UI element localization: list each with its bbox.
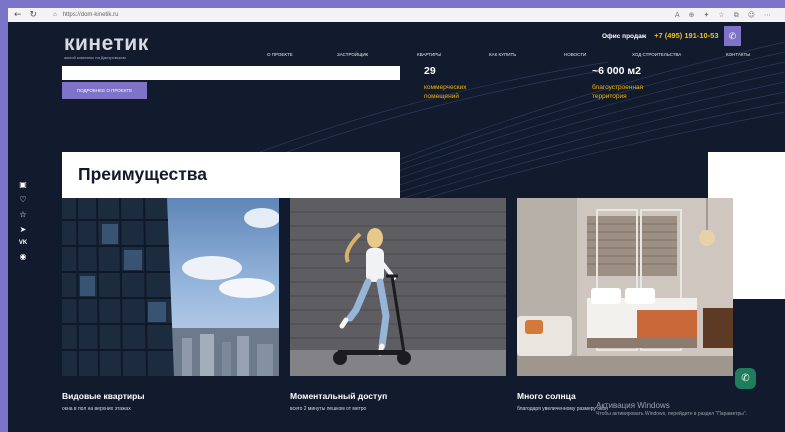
whatsapp-icon[interactable]: ◉ <box>20 252 27 261</box>
browser-toolbar: ← ↻ ⌂ https://dom-kinetik.ru A ⊕ ✦ ☆ ⧉ ☺… <box>8 8 785 22</box>
main-nav: О ПРОЕКТЕ ЗАСТРОЙЩИК КВАРТИРЫ КАК КУПИТЬ… <box>267 52 767 60</box>
phone-link[interactable]: +7 (495) 191-10-53 <box>654 31 718 40</box>
collections-icon[interactable]: ⧉ <box>734 11 739 20</box>
nav-item-apartments[interactable]: КВАРТИРЫ <box>417 52 441 57</box>
stat-number: ~6 000 м2 <box>592 65 641 77</box>
office-label: Офис продаж <box>602 33 647 40</box>
arrow-left-icon[interactable]: ← <box>14 10 22 20</box>
card-image-sun[interactable] <box>517 198 733 376</box>
card-title-sun: Много солнца <box>517 391 576 401</box>
card-image-access[interactable] <box>290 198 506 376</box>
card-image-views[interactable] <box>62 198 279 376</box>
call-button[interactable]: ✆ <box>724 26 741 46</box>
stat-number: 29 <box>424 65 436 77</box>
account-icon[interactable]: ☺ <box>748 11 755 20</box>
site-logo[interactable]: кинетик жилой комплекс на Дмитровском <box>64 32 149 60</box>
address-bar[interactable]: ⌂ https://dom-kinetik.ru <box>53 12 118 18</box>
card-title-views: Видовые квартиры <box>62 391 145 401</box>
phone-icon: ✆ <box>728 30 737 41</box>
sales-office: Офис продаж +7 (495) 191-10-53 <box>602 31 719 40</box>
lock-icon: ⌂ <box>53 12 57 18</box>
card-subtitle-views: окна в пол на верхних этажах <box>62 406 131 412</box>
nav-item-contacts[interactable]: КОНТАКТЫ <box>726 52 750 57</box>
url-text: https://dom-kinetik.ru <box>62 12 119 18</box>
telegram-icon[interactable]: ➤ <box>20 225 27 234</box>
nav-item-about[interactable]: О ПРОЕКТЕ <box>267 52 293 57</box>
website-page: кинетик жилой комплекс на Дмитровском Оф… <box>8 22 785 432</box>
logo-subtitle: жилой комплекс на Дмитровском <box>64 55 126 60</box>
settings-icon[interactable]: ⋯ <box>764 11 771 20</box>
favorites-icon[interactable]: ☆ <box>718 11 724 20</box>
card-subtitle-access: всего 2 минуты пешком от метро <box>290 406 367 412</box>
nav-item-developer[interactable]: ЗАСТРОЙЩИК <box>337 52 368 57</box>
bedroom-image <box>517 198 733 376</box>
heart-icon[interactable]: ♡ <box>19 195 26 204</box>
refresh-icon[interactable]: ↻ <box>30 10 38 20</box>
vk-icon[interactable]: VK <box>19 240 27 246</box>
gallery-icon[interactable]: ▣ <box>19 180 27 189</box>
advantages-header-box: Преимущества <box>62 152 400 198</box>
windows-activation-title: Активация Windows <box>596 401 670 410</box>
zoom-icon[interactable]: ⊕ <box>689 11 695 20</box>
scooter-image <box>290 198 506 376</box>
stat-label: благоустроенная территория <box>592 84 644 100</box>
advantages-title: Преимущества <box>78 164 208 184</box>
windows-activation-text: Чтобы активировать Windows, перейдите в … <box>596 411 748 417</box>
chat-phone-icon: ✆ <box>741 373 750 384</box>
hero-white-bar <box>62 66 400 80</box>
logo-name: кинетик <box>64 32 149 55</box>
stat-territory: ~6 000 м2 благоустроенная территория <box>592 65 658 101</box>
read-aloud-icon[interactable]: A <box>675 11 680 20</box>
social-bar: ▣ ♡ ☆ ➤ VK ◉ <box>17 180 29 261</box>
more-about-project-button[interactable]: ПОДРОБНЕЕ О ПРОЕКТЕ <box>62 82 147 99</box>
card-title-access: Моментальный доступ <box>290 391 388 401</box>
star-icon[interactable]: ☆ <box>19 210 26 219</box>
extension-icon[interactable]: ✦ <box>704 11 710 20</box>
chat-button[interactable]: ✆ <box>735 368 756 389</box>
stat-label: коммерческих помещений <box>424 84 467 100</box>
nav-item-how-to-buy[interactable]: КАК КУПИТЬ <box>489 52 516 57</box>
windows-activation-watermark: Активация Windows Чтобы активировать Win… <box>596 401 747 417</box>
skyscraper-image <box>62 198 279 376</box>
stat-commercial: 29 коммерческих помещений <box>424 65 484 101</box>
card-subtitle-sun: благодаря увеличенному размеру окон <box>517 406 608 412</box>
nav-item-news[interactable]: НОВОСТИ <box>564 52 586 57</box>
nav-item-construction[interactable]: ХОД СТРОИТЕЛЬСТВА <box>632 52 681 57</box>
